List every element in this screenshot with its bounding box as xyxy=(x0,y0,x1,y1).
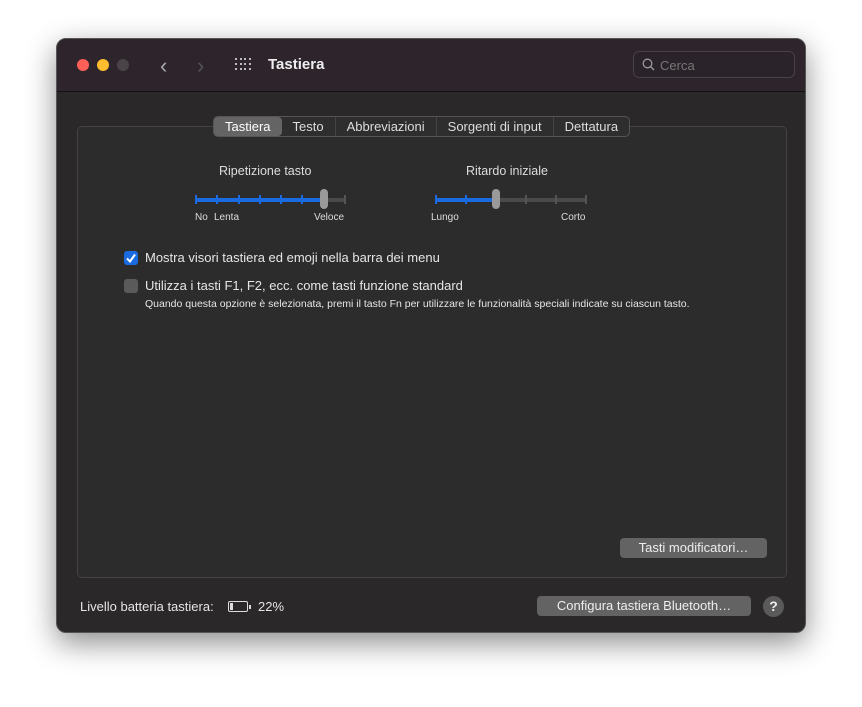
slider-tick xyxy=(280,195,283,204)
slider-knob[interactable] xyxy=(319,189,328,209)
tab-abbreviazioni[interactable]: Abbreviazioni xyxy=(336,117,437,136)
tab-tastiera[interactable]: Tastiera xyxy=(214,117,282,136)
tab-bar: Tastiera Testo Abbreviazioni Sorgenti di… xyxy=(213,116,631,137)
delay-label: Ritardo iniziale xyxy=(466,164,548,178)
window: ‹ › Tastiera Cerca Tastiera Testo Abbrev… xyxy=(56,38,806,633)
show-keyboard-viewer-checkbox[interactable] xyxy=(124,251,138,265)
slider-tick xyxy=(465,195,467,204)
slider-tick xyxy=(216,195,219,204)
slider-tick xyxy=(525,195,527,204)
search-input[interactable]: Cerca xyxy=(633,51,795,78)
slider-tick xyxy=(258,195,261,204)
checkmark-icon xyxy=(126,253,136,264)
window-title: Tastiera xyxy=(268,56,325,73)
slider-tick xyxy=(195,195,197,204)
show-all-grid-icon[interactable] xyxy=(235,58,251,71)
function-keys-label: Utilizza i tasti F1, F2, ecc. come tasti… xyxy=(145,278,463,293)
slider-tick xyxy=(237,195,240,204)
slider-tick xyxy=(585,195,587,204)
title-bar: ‹ › Tastiera Cerca xyxy=(57,39,805,92)
close-button[interactable] xyxy=(77,59,89,71)
delay-max-label: Corto xyxy=(561,212,586,223)
back-icon[interactable]: ‹ xyxy=(160,53,167,79)
battery-value: 22% xyxy=(258,599,285,614)
forward-icon[interactable]: › xyxy=(197,53,204,79)
delay-slider[interactable] xyxy=(435,189,587,209)
configure-bluetooth-keyboard-button[interactable]: Configura tastiera Bluetooth… xyxy=(537,596,751,616)
delay-min-label: Lungo xyxy=(431,212,459,223)
help-button[interactable]: ? xyxy=(763,596,784,617)
search-placeholder: Cerca xyxy=(660,58,695,73)
battery-label: Livello batteria tastiera: xyxy=(80,599,214,614)
function-keys-description: Quando questa opzione è selezionata, pre… xyxy=(145,298,690,310)
slider-tick xyxy=(301,195,304,204)
show-keyboard-viewer-label: Mostra visori tastiera ed emoji nella ba… xyxy=(145,250,440,265)
key-repeat-max-label: Veloce xyxy=(314,212,345,223)
modifier-keys-button[interactable]: Tasti modificatori… xyxy=(620,538,767,558)
tab-dettatura[interactable]: Dettatura xyxy=(554,117,629,136)
search-icon xyxy=(642,58,655,71)
key-repeat-label: Ripetizione tasto xyxy=(219,164,312,178)
slider-tick xyxy=(344,195,346,204)
tab-sorgenti-di-input[interactable]: Sorgenti di input xyxy=(437,117,554,136)
battery-icon xyxy=(228,601,251,612)
key-repeat-min-label: No xyxy=(195,212,208,223)
slider-tick xyxy=(435,195,437,204)
slider-tick xyxy=(555,195,557,204)
tab-testo[interactable]: Testo xyxy=(282,117,336,136)
slider-knob[interactable] xyxy=(492,189,500,209)
tab-content-panel xyxy=(77,126,787,578)
minimize-button[interactable] xyxy=(97,59,109,71)
key-repeat-slider[interactable] xyxy=(195,189,346,209)
zoom-button[interactable] xyxy=(117,59,129,71)
key-repeat-low-label: Lenta xyxy=(214,212,240,223)
function-keys-checkbox[interactable] xyxy=(124,279,138,293)
